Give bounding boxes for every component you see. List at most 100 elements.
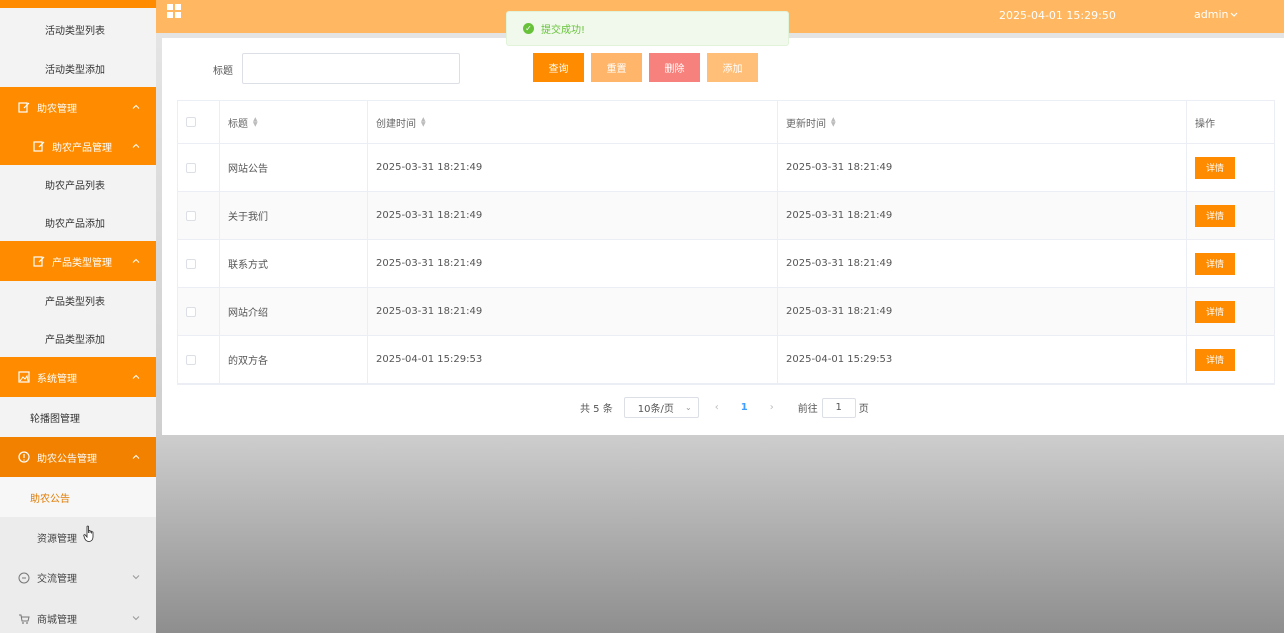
chevron-up-icon (132, 141, 140, 152)
goto-page-input[interactable]: 1 (821, 397, 856, 418)
header-title[interactable]: 标题 ▲ ▼ (220, 101, 368, 143)
detail-button[interactable]: 详情 (1195, 156, 1235, 179)
chat-icon (18, 572, 30, 584)
success-toast: ✓ 提交成功! (506, 11, 789, 46)
page-size-select[interactable]: 10条/页 ⌄ (623, 397, 699, 418)
cell-updated: 2025-03-31 18:21:49 (778, 288, 1187, 335)
sidebar-item-product-type-add[interactable]: 产品类型添加 (0, 319, 156, 357)
cell-title: 联系方式 (220, 240, 368, 287)
username: admin (1194, 8, 1229, 21)
title-search-input[interactable] (242, 53, 460, 84)
edit-icon (33, 140, 45, 152)
hand-cursor-icon (83, 525, 94, 542)
sort-icon[interactable]: ▲ ▼ (831, 117, 836, 128)
header-ops: 操作 (1187, 101, 1274, 143)
row-checkbox[interactable] (186, 258, 196, 269)
page-size-value: 10条/页 (637, 404, 674, 415)
sidebar-group-shop[interactable]: 商城管理 (0, 598, 156, 633)
sidebar-group-label: 商城管理 (37, 615, 77, 626)
sidebar-item-activity-type-add[interactable]: 活动类型添加 (0, 50, 156, 87)
sidebar-top-strip (0, 0, 156, 8)
sidebar-group-label: 交流管理 (37, 574, 77, 585)
detail-button[interactable]: 详情 (1195, 204, 1235, 227)
table-row: 网站介绍 2025-03-31 18:21:49 2025-03-31 18:2… (178, 288, 1274, 336)
sidebar-group-label: 助农管理 (37, 103, 77, 115)
cell-ops: 详情 (1187, 240, 1274, 287)
header-created[interactable]: 创建时间 ▲ ▼ (368, 101, 778, 143)
cell-title: 的双方各 (220, 336, 368, 383)
sidebar-group-product-types[interactable]: 产品类型管理 (0, 241, 156, 281)
sidebar-group-announcements[interactable]: 助农公告管理 (0, 437, 156, 477)
add-button[interactable]: 添加 (707, 53, 758, 82)
cell-created: 2025-04-01 15:29:53 (368, 336, 778, 383)
row-check-cell (178, 144, 220, 191)
next-page-icon[interactable]: › (770, 402, 774, 413)
sidebar-item-product-type-list[interactable]: 产品类型列表 (0, 281, 156, 319)
detail-button[interactable]: 详情 (1195, 300, 1235, 323)
sidebar-group-farm-products[interactable]: 助农产品管理 (0, 127, 156, 165)
detail-button[interactable]: 详情 (1195, 252, 1235, 275)
cell-created: 2025-03-31 18:21:49 (368, 192, 778, 239)
select-all-checkbox[interactable] (186, 117, 196, 127)
page-suffix: 页 (858, 404, 869, 415)
chevron-up-icon (132, 372, 140, 383)
sidebar-item-announcements[interactable]: 助农公告 (0, 477, 156, 517)
chevron-down-icon (132, 613, 140, 624)
chevron-up-icon (132, 452, 140, 463)
row-check-cell (178, 288, 220, 335)
row-checkbox[interactable] (186, 210, 196, 221)
sidebar-item-label: 轮播图管理 (30, 413, 80, 425)
sidebar-item-carousel[interactable]: 轮播图管理 (0, 397, 156, 437)
row-checkbox[interactable] (186, 162, 196, 173)
row-check-cell (178, 192, 220, 239)
table-row: 的双方各 2025-04-01 15:29:53 2025-04-01 15:2… (178, 336, 1274, 384)
table-header: 标题 ▲ ▼ 创建时间 ▲ ▼ 更新时间 ▲ ▼ 操作 (178, 101, 1274, 144)
prev-page-icon[interactable]: ‹ (715, 402, 719, 413)
sidebar-item-label: 活动类型列表 (45, 25, 105, 37)
cell-updated: 2025-03-31 18:21:49 (778, 240, 1187, 287)
detail-button[interactable]: 详情 (1195, 348, 1235, 371)
header-check-cell (178, 101, 220, 143)
sort-icon[interactable]: ▲ ▼ (253, 117, 258, 128)
sidebar-item-activity-type-list[interactable]: 活动类型列表 (0, 8, 156, 50)
cell-ops: 详情 (1187, 144, 1274, 191)
cart-icon (18, 613, 30, 625)
table-row: 关于我们 2025-03-31 18:21:49 2025-03-31 18:2… (178, 192, 1274, 240)
sidebar-item-label: 产品类型添加 (45, 334, 105, 346)
cell-created: 2025-03-31 18:21:49 (368, 240, 778, 287)
chevron-down-icon (132, 572, 140, 583)
sort-icon[interactable]: ▲ ▼ (421, 117, 426, 128)
table-row: 联系方式 2025-03-31 18:21:49 2025-03-31 18:2… (178, 240, 1274, 288)
sidebar-group-label: 资源管理 (37, 533, 77, 545)
toast-message: 提交成功! (541, 25, 586, 36)
sidebar-item-product-list[interactable]: 助农产品列表 (0, 165, 156, 203)
sidebar-item-product-add[interactable]: 助农产品添加 (0, 203, 156, 241)
sidebar-item-label: 助农产品添加 (45, 218, 105, 230)
sidebar-group-communication[interactable]: 交流管理 (0, 557, 156, 598)
delete-button[interactable]: 删除 (649, 53, 700, 82)
sidebar: 活动类型列表 活动类型添加 助农管理 助农产品管理 助农产品列表 助农产品添加 … (0, 0, 156, 633)
menu-grid-icon[interactable] (167, 4, 181, 18)
page-number[interactable]: 1 (741, 402, 748, 413)
sidebar-group-system[interactable]: 系统管理 (0, 357, 156, 397)
sidebar-group-farm-aid[interactable]: 助农管理 (0, 87, 156, 127)
sidebar-item-label: 助农产品列表 (45, 180, 105, 192)
user-menu[interactable]: admin (1194, 8, 1238, 21)
cell-title: 网站公告 (220, 144, 368, 191)
header-updated[interactable]: 更新时间 ▲ ▼ (778, 101, 1187, 143)
row-checkbox[interactable] (186, 354, 196, 365)
cell-updated: 2025-04-01 15:29:53 (778, 336, 1187, 383)
header-ops-label: 操作 (1195, 118, 1215, 130)
query-button[interactable]: 查询 (533, 53, 584, 82)
image-icon (18, 371, 30, 383)
current-datetime: 2025-04-01 15:29:50 (999, 9, 1116, 22)
cell-updated: 2025-03-31 18:21:49 (778, 144, 1187, 191)
main-panel: 标题 查询 重置 删除 添加 标题 ▲ ▼ 创建时间 ▲ ▼ 更新时间 ▲ ▼ 操作 网站公… (162, 38, 1284, 435)
sidebar-item-label: 活动类型添加 (45, 65, 105, 76)
reset-button[interactable]: 重置 (591, 53, 642, 82)
sidebar-item-label: 助农公告 (30, 493, 70, 505)
cell-title: 网站介绍 (220, 288, 368, 335)
row-checkbox[interactable] (186, 306, 196, 317)
table-row: 网站公告 2025-03-31 18:21:49 2025-03-31 18:2… (178, 144, 1274, 192)
sidebar-group-resources[interactable]: 资源管理 (0, 517, 156, 557)
